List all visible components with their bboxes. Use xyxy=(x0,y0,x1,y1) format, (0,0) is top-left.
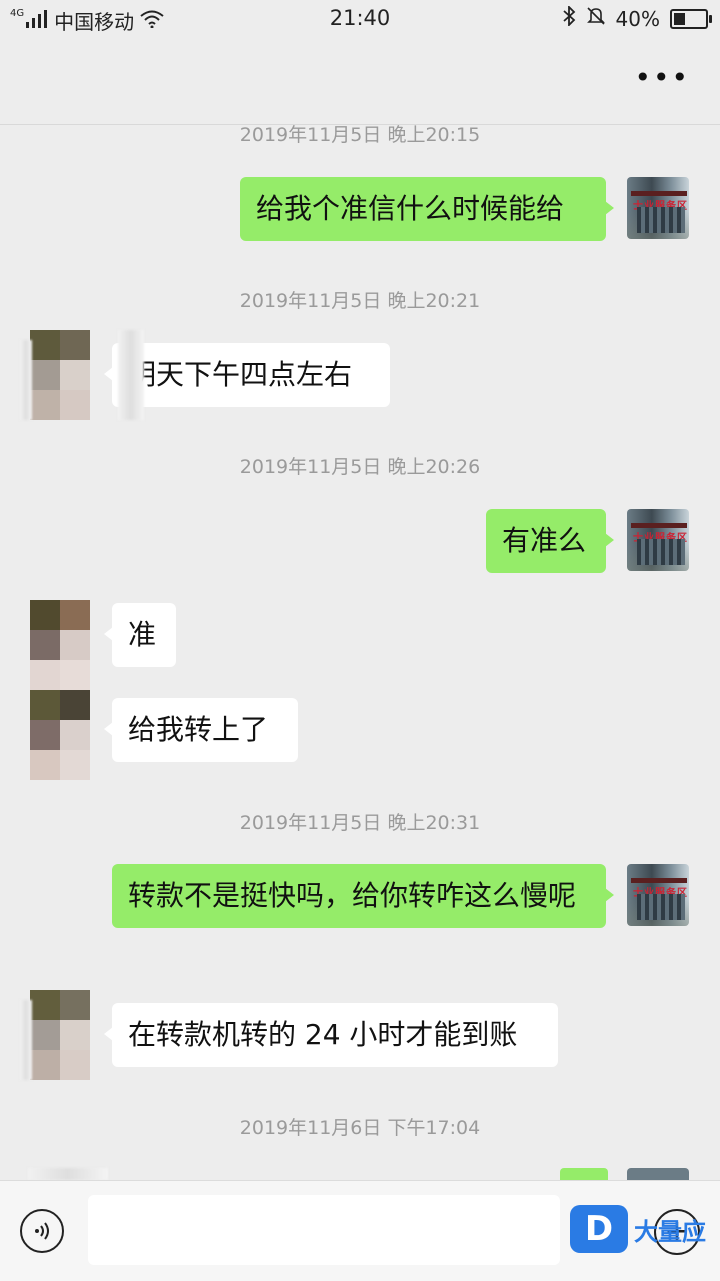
message-bubble-received[interactable]: 明天下午四点左右 xyxy=(104,343,390,407)
partial-avatar xyxy=(28,1168,108,1180)
chat-header: ••• xyxy=(0,38,720,125)
my-avatar[interactable]: 士业服务区 xyxy=(627,177,689,239)
message-input[interactable] xyxy=(88,1195,560,1265)
contact-avatar[interactable] xyxy=(30,990,90,1080)
watermark-logo: D xyxy=(570,1205,628,1253)
blur-mask xyxy=(20,1000,32,1080)
mute-bell-icon xyxy=(586,6,606,31)
status-bar: 4G 中国移动 21:40 40% xyxy=(0,0,720,38)
contact-avatar[interactable] xyxy=(30,600,90,690)
message-bubble-received[interactable]: 在转款机转的 24 小时才能到账 xyxy=(104,1003,558,1067)
timestamp: 2019年11月6日 下午17:04 xyxy=(239,1117,481,1139)
message-bubble-sent[interactable]: 给我个准信什么时候能给 xyxy=(240,177,614,241)
timestamp: 2019年11月5日 晚上20:31 xyxy=(239,812,481,834)
message-bubble-sent[interactable]: 转款不是挺快吗，给你转咋这么慢呢 xyxy=(112,864,614,928)
watermark: D 大量应 xyxy=(570,1205,706,1253)
partial-message-bubble xyxy=(560,1168,608,1180)
timestamp: 2019年11月5日 晚上20:15 xyxy=(239,124,481,146)
timestamp: 2019年11月5日 晚上20:26 xyxy=(239,456,481,478)
message-bubble-sent[interactable]: 有准么 xyxy=(486,509,614,573)
blur-mask xyxy=(118,330,144,420)
message-bubble-received[interactable]: 准 xyxy=(104,603,176,667)
message-bubble-received[interactable]: 给我转上了 xyxy=(104,698,298,762)
contact-avatar[interactable] xyxy=(30,690,90,780)
battery-level xyxy=(674,12,685,25)
more-options-button[interactable]: ••• xyxy=(634,64,690,92)
my-avatar[interactable]: 士业服务区 xyxy=(627,864,689,926)
partial-my-avatar xyxy=(627,1168,689,1180)
blur-mask xyxy=(20,340,32,420)
voice-icon[interactable] xyxy=(20,1209,64,1253)
battery-icon xyxy=(670,8,712,29)
timestamp: 2019年11月5日 晚上20:21 xyxy=(239,290,481,312)
battery-percent: 40% xyxy=(615,6,660,31)
contact-avatar[interactable] xyxy=(30,330,90,420)
my-avatar[interactable]: 士业服务区 xyxy=(627,509,689,571)
watermark-text: 大量应 xyxy=(634,1217,706,1246)
bluetooth-icon xyxy=(562,4,576,31)
